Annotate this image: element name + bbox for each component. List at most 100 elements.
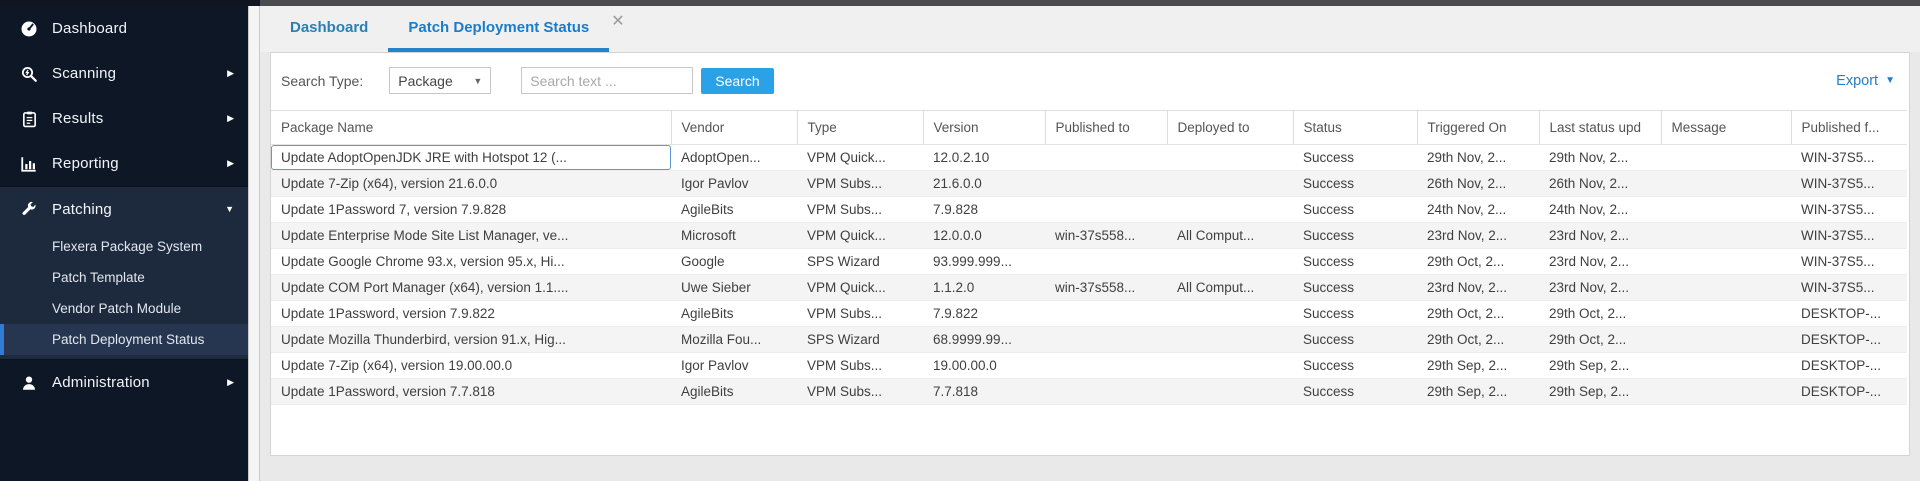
sidebar-item-patch-deployment-status[interactable]: Patch Deployment Status: [0, 324, 248, 355]
table-row[interactable]: Update AdoptOpenJDK JRE with Hotspot 12 …: [271, 145, 1907, 171]
table-row[interactable]: Update 1Password, version 7.9.822AgileBi…: [271, 301, 1907, 327]
table-cell: VPM Subs...: [797, 171, 923, 197]
chevron-down-icon: ▼: [225, 204, 234, 214]
table-cell: [1167, 145, 1293, 171]
table-cell: 24th Nov, 2...: [1417, 197, 1539, 223]
wrench-icon: [18, 200, 40, 218]
table-cell: WIN-37S5...: [1791, 145, 1907, 171]
column-header-last-status-upd[interactable]: Last status upd: [1539, 111, 1661, 145]
search-type-select[interactable]: Package ▼: [389, 67, 491, 94]
column-header-triggered-on[interactable]: Triggered On: [1417, 111, 1539, 145]
tab-bar: Dashboard Patch Deployment Status ✕: [260, 6, 1920, 52]
table-row[interactable]: Update 1Password, version 7.7.818AgileBi…: [271, 379, 1907, 405]
sidebar-item-results[interactable]: Results ▶: [0, 96, 248, 141]
table-cell: 23rd Nov, 2...: [1417, 223, 1539, 249]
table-cell: 21.6.0.0: [923, 171, 1045, 197]
table-cell: win-37s558...: [1045, 223, 1167, 249]
tab-patch-deployment-status[interactable]: Patch Deployment Status: [388, 6, 609, 52]
table-cell: Uwe Sieber: [671, 275, 797, 301]
table-cell: [1167, 171, 1293, 197]
table-cell: WIN-37S5...: [1791, 275, 1907, 301]
sidebar-item-administration[interactable]: Administration ▶: [0, 360, 248, 405]
table-cell: [1045, 197, 1167, 223]
table-cell: WIN-37S5...: [1791, 249, 1907, 275]
sidebar-item-scanning[interactable]: Scanning ▶: [0, 51, 248, 96]
column-header-status[interactable]: Status: [1293, 111, 1417, 145]
user-icon: [18, 374, 40, 392]
table-row[interactable]: Update Enterprise Mode Site List Manager…: [271, 223, 1907, 249]
column-header-package-name[interactable]: Package Name: [271, 111, 671, 145]
column-header-vendor[interactable]: Vendor: [671, 111, 797, 145]
sidebar-item-flexera-package-system[interactable]: Flexera Package System: [0, 231, 248, 262]
table-cell: 29th Oct, 2...: [1417, 327, 1539, 353]
table-row[interactable]: Update 7-Zip (x64), version 19.00.00.0Ig…: [271, 353, 1907, 379]
table-row[interactable]: Update 1Password 7, version 7.9.828Agile…: [271, 197, 1907, 223]
table-cell: 23rd Nov, 2...: [1539, 223, 1661, 249]
chevron-right-icon: ▶: [227, 158, 234, 169]
search-input[interactable]: [521, 67, 693, 94]
sidebar-splitter[interactable]: [248, 6, 260, 481]
table-cell: [1661, 379, 1791, 405]
column-header-published-to[interactable]: Published to: [1045, 111, 1167, 145]
table-cell: Microsoft: [671, 223, 797, 249]
table-cell: [1661, 301, 1791, 327]
table-cell: Update Enterprise Mode Site List Manager…: [271, 223, 671, 249]
tab-dashboard[interactable]: Dashboard: [270, 6, 388, 52]
table-cell: 29th Sep, 2...: [1539, 379, 1661, 405]
table-cell: WIN-37S5...: [1791, 197, 1907, 223]
table-cell: 29th Sep, 2...: [1539, 353, 1661, 379]
table-row[interactable]: Update Google Chrome 93.x, version 95.x,…: [271, 249, 1907, 275]
table-cell: AgileBits: [671, 197, 797, 223]
table-row[interactable]: Update 7-Zip (x64), version 21.6.0.0Igor…: [271, 171, 1907, 197]
table-cell: [1045, 301, 1167, 327]
table-cell: Update 1Password, version 7.7.818: [271, 379, 671, 405]
search-type-label: Search Type:: [281, 73, 363, 89]
chevron-down-icon: ▼: [1885, 75, 1895, 86]
table-cell: [1167, 327, 1293, 353]
table-cell: Update Mozilla Thunderbird, version 91.x…: [271, 327, 671, 353]
table-cell: win-37s558...: [1045, 275, 1167, 301]
chevron-down-icon: ▼: [473, 76, 482, 86]
table-cell: Success: [1293, 379, 1417, 405]
sidebar-item-label: Administration: [52, 374, 150, 391]
table-cell: 29th Nov, 2...: [1417, 145, 1539, 171]
table-row[interactable]: Update COM Port Manager (x64), version 1…: [271, 275, 1907, 301]
table-cell: 29th Nov, 2...: [1539, 145, 1661, 171]
column-header-type[interactable]: Type: [797, 111, 923, 145]
sidebar-section-patching: Patching ▼ Flexera Package System Patch …: [0, 186, 248, 360]
sidebar-subitem-label: Flexera Package System: [52, 239, 202, 254]
scan-search-icon: [18, 65, 40, 83]
search-button[interactable]: Search: [701, 68, 773, 94]
export-button[interactable]: Export ▼: [1836, 73, 1899, 89]
close-tab-icon[interactable]: ✕: [611, 14, 624, 30]
table-cell: Update 1Password, version 7.9.822: [271, 301, 671, 327]
table-cell: VPM Subs...: [797, 353, 923, 379]
table-cell: Success: [1293, 301, 1417, 327]
table-cell: 29th Oct, 2...: [1417, 249, 1539, 275]
table-cell: [1167, 249, 1293, 275]
column-header-published-f[interactable]: Published f...: [1791, 111, 1907, 145]
chevron-right-icon: ▶: [227, 68, 234, 79]
table-cell: Success: [1293, 171, 1417, 197]
chevron-right-icon: ▶: [227, 113, 234, 124]
table-cell: [1045, 145, 1167, 171]
table-cell: [1661, 249, 1791, 275]
table-cell: DESKTOP-...: [1791, 353, 1907, 379]
table-cell: 29th Sep, 2...: [1417, 379, 1539, 405]
table-row[interactable]: Update Mozilla Thunderbird, version 91.x…: [271, 327, 1907, 353]
column-header-message[interactable]: Message: [1661, 111, 1791, 145]
table-cell: 26th Nov, 2...: [1417, 171, 1539, 197]
tab-label: Patch Deployment Status: [408, 19, 589, 36]
sidebar-item-dashboard[interactable]: Dashboard: [0, 6, 248, 51]
sidebar-item-reporting[interactable]: Reporting ▶: [0, 141, 248, 186]
column-header-version[interactable]: Version: [923, 111, 1045, 145]
sidebar-item-vendor-patch-module[interactable]: Vendor Patch Module: [0, 293, 248, 324]
column-header-deployed-to[interactable]: Deployed to: [1167, 111, 1293, 145]
table-cell: DESKTOP-...: [1791, 301, 1907, 327]
sidebar-item-patch-template[interactable]: Patch Template: [0, 262, 248, 293]
sidebar-item-patching[interactable]: Patching ▼: [0, 187, 248, 231]
table-cell: VPM Quick...: [797, 223, 923, 249]
table-cell: 29th Oct, 2...: [1539, 327, 1661, 353]
table-cell: [1661, 327, 1791, 353]
table-cell: 29th Oct, 2...: [1539, 301, 1661, 327]
